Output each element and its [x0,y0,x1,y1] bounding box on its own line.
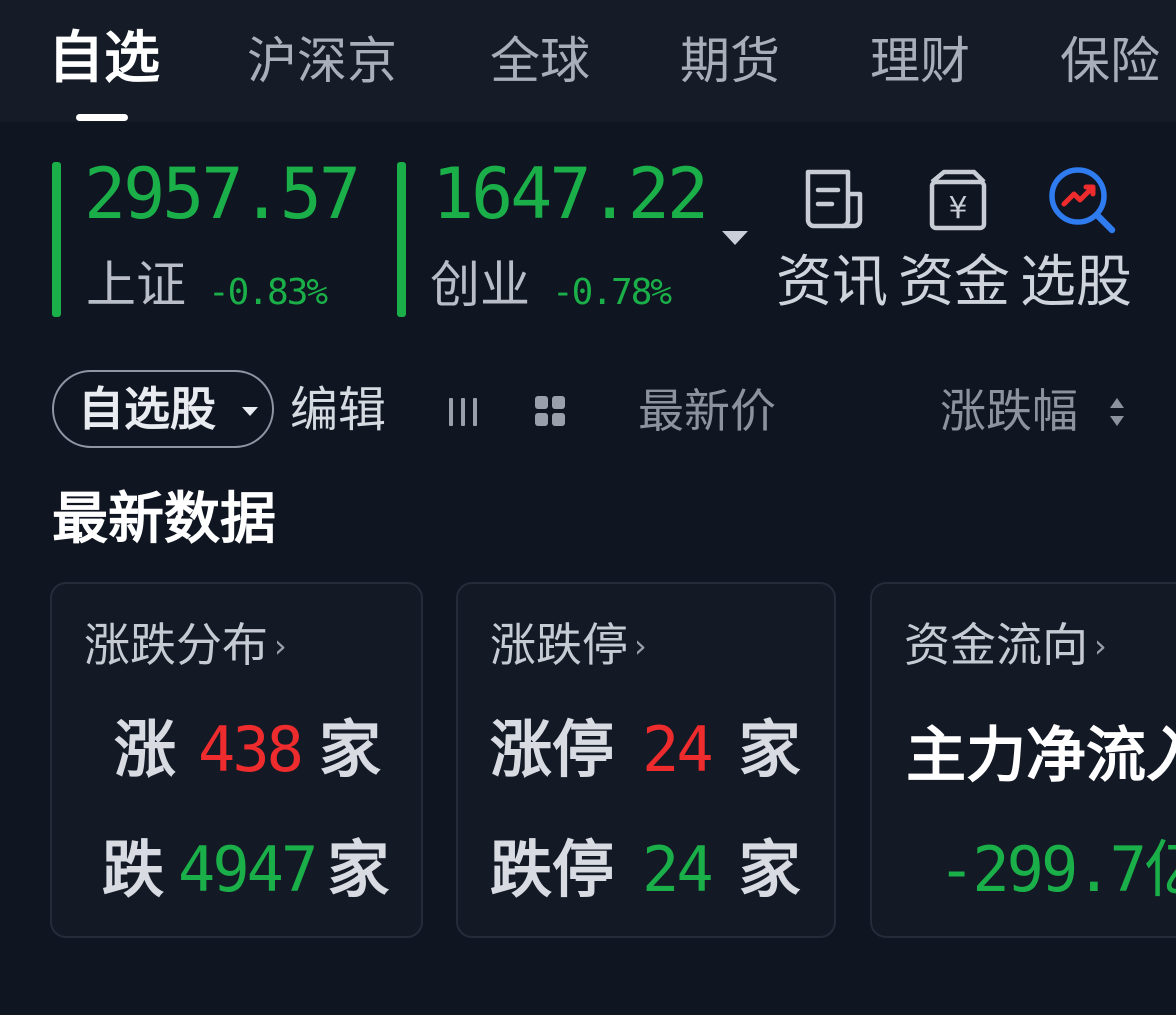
fund-icon[interactable]: ¥ [922,164,994,236]
tab-watchlist[interactable]: 自选 [48,24,160,94]
index-value: 2957.57 [84,153,361,235]
main-net-inflow-value: -299.7亿 [938,833,1176,906]
tab-futures[interactable]: 期货 [680,26,780,96]
main-net-inflow-label: 主力净流入 [906,721,1176,791]
card-title: 资金流向 › [904,618,1107,672]
news-icon[interactable] [798,164,870,236]
chevron-right-icon: › [1094,627,1107,665]
column-header-change[interactable]: 涨跌幅 [940,380,1078,442]
index-change: -0.83% [208,272,328,313]
index-value: 1647.22 [432,153,709,235]
active-tab-indicator [76,114,128,121]
card-rise-fall-distribution[interactable]: 涨跌分布 › 涨 438 家 跌 4947 家 [50,582,423,938]
column-header-price[interactable]: 最新价 [638,380,776,442]
tab-wealth[interactable]: 理财 [870,26,970,96]
chevron-right-icon: › [634,627,647,665]
sort-icon[interactable] [1108,394,1126,430]
fall-count: 4947 [178,833,318,906]
card-title: 涨跌分布 › [84,618,287,672]
limit-up-row: 涨停 24 家 [490,713,801,786]
rise-count: 438 [198,713,304,786]
index-name: 创业 [430,256,530,314]
limit-down-row: 跌停 24 家 [490,833,801,906]
index-name: 上证 [86,256,186,314]
stock-picker-button[interactable]: 选股 [1020,249,1132,317]
grid-view-icon[interactable] [533,394,567,428]
stock-picker-icon[interactable] [1046,164,1118,236]
fund-button[interactable]: 资金 [898,249,1010,317]
fall-count-row: 跌 4947 家 [102,833,390,906]
limit-down-count: 24 [642,833,714,906]
rise-count-row: 涨 438 家 [114,713,382,786]
tab-insurance[interactable]: 保险 [1060,26,1160,96]
index-trend-bar [397,162,406,317]
chevron-right-icon: › [274,627,287,665]
card-limit-up-down[interactable]: 涨跌停 › 涨停 24 家 跌停 24 家 [456,582,836,938]
svg-text:¥: ¥ [948,191,967,226]
index-dropdown-caret-icon[interactable] [722,231,748,245]
index-change: -0.78% [552,272,672,313]
tab-hs-bj[interactable]: 沪深京 [247,26,397,96]
list-view-icon[interactable] [446,396,480,428]
top-nav-bar: 自选 沪深京 全球 期货 理财 保险 [0,0,1176,122]
chevron-down-icon [242,407,258,416]
tab-global[interactable]: 全球 [490,26,590,96]
edit-button[interactable]: 编辑 [290,378,386,442]
section-title-latest-data: 最新数据 [52,487,276,552]
index-trend-bar [52,162,61,317]
limit-up-count: 24 [642,713,714,786]
watchlist-selector[interactable]: 自选股 [52,370,274,448]
card-title: 涨跌停 › [490,618,647,672]
watchlist-label: 自选股 [78,382,216,436]
news-button[interactable]: 资讯 [776,249,888,317]
card-fund-flow[interactable]: 资金流向› 主力净流入 -299.7亿 [870,582,1176,938]
